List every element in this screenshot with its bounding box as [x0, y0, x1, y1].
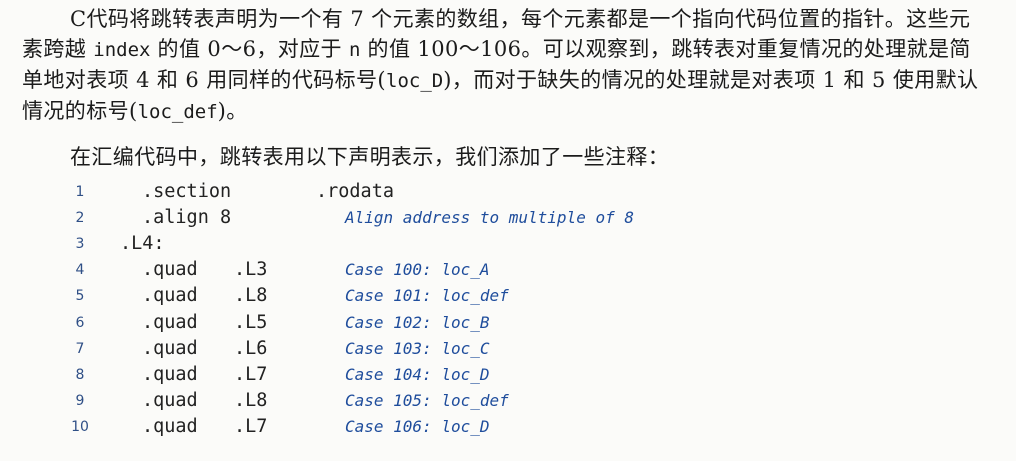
code-comment: Case 104: loc_D: [345, 365, 490, 384]
directive: .section: [142, 181, 232, 202]
operand: .L8: [234, 285, 268, 306]
code-line: 7 .quad .L6 Case 103: loc_C: [0, 336, 1016, 362]
code-line: 9 .quad .L8 Case 105: loc_def: [0, 388, 1016, 414]
assembly-code-listing: 1 .section .rodata 2 .align 8 Align addr…: [0, 0, 1016, 461]
directive: .align 8: [142, 207, 232, 228]
line-number: 4: [75, 262, 85, 278]
directive: .quad: [142, 285, 198, 306]
code-comment: Case 106: loc_D: [345, 417, 490, 436]
code-comment: Case 101: loc_def: [345, 286, 509, 305]
line-number: 2: [75, 210, 85, 226]
directive: .quad: [142, 390, 198, 411]
code-comment: Case 102: loc_B: [345, 313, 490, 332]
line-number: 5: [75, 288, 85, 304]
code-line: 4 .quad .L3 Case 100: loc_A: [0, 257, 1016, 283]
code-line: 6 .quad .L5 Case 102: loc_B: [0, 310, 1016, 336]
directive: .quad: [142, 312, 198, 333]
line-number: 7: [75, 341, 85, 357]
directive: .quad: [142, 338, 198, 359]
directive: .quad: [142, 364, 198, 385]
operand: .L3: [234, 259, 268, 280]
line-number: 3: [75, 236, 85, 252]
code-comment: Case 105: loc_def: [345, 391, 509, 410]
operand: .L7: [234, 364, 268, 385]
directive: .quad: [142, 259, 198, 280]
code-line: 3 .L4:: [0, 231, 1016, 257]
code-comment: Case 103: loc_C: [345, 339, 490, 358]
operand: .L7: [234, 416, 268, 437]
line-number: 8: [75, 367, 85, 383]
code-line: 1 .section .rodata: [0, 179, 1016, 205]
line-number: 6: [75, 315, 85, 331]
code-line: 5 .quad .L8 Case 101: loc_def: [0, 283, 1016, 309]
line-number: 1: [75, 184, 85, 200]
code-line: 8 .quad .L7 Case 104: loc_D: [0, 362, 1016, 388]
label: .L4:: [120, 233, 165, 254]
code-line: 2 .align 8 Align address to multiple of …: [0, 205, 1016, 231]
operand: .rodata: [316, 181, 394, 202]
code-line: 10 .quad .L7 Case 106: loc_D: [0, 414, 1016, 440]
directive: .quad: [142, 416, 198, 437]
operand: .L6: [234, 338, 268, 359]
operand: .L8: [234, 390, 268, 411]
line-number: 10: [71, 419, 89, 435]
code-comment: Case 100: loc_A: [345, 260, 490, 279]
line-number: 9: [75, 393, 85, 409]
code-comment: Align address to multiple of 8: [345, 208, 634, 227]
operand: .L5: [234, 312, 268, 333]
